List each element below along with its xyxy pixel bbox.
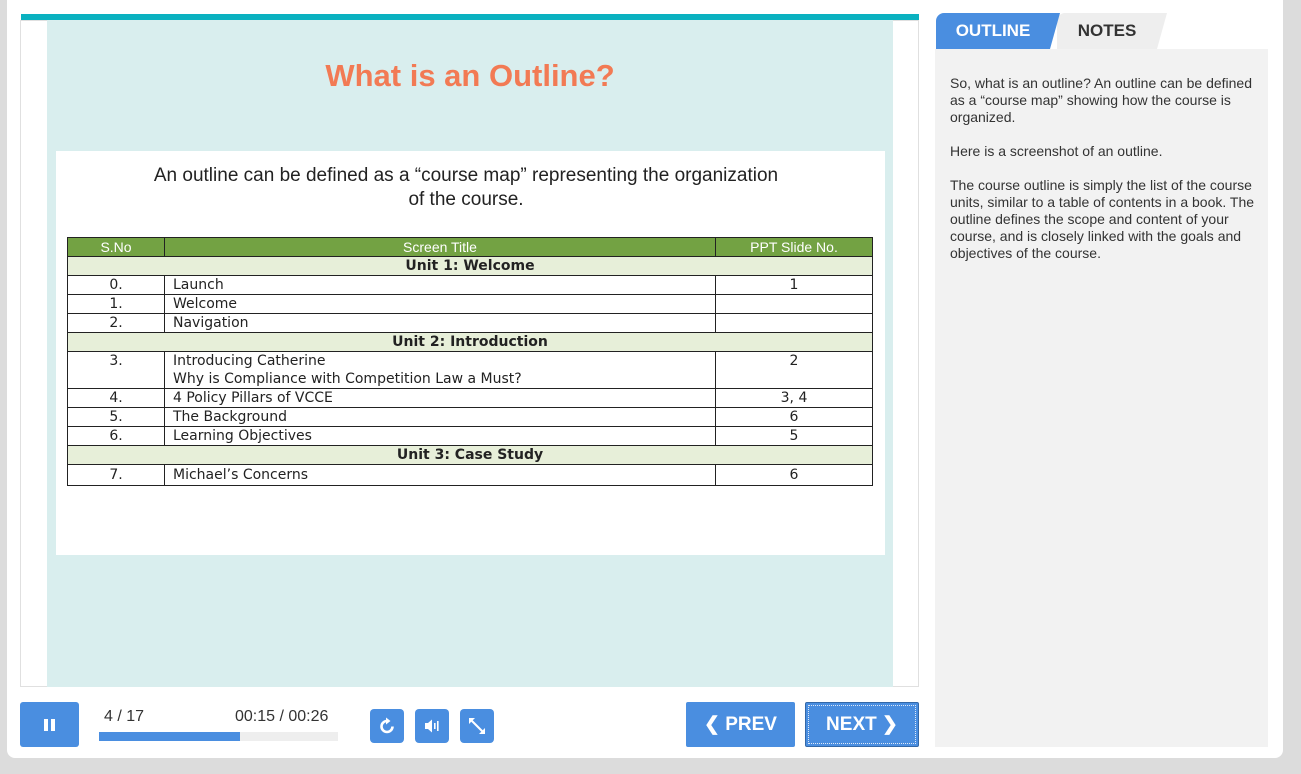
notes-panel: So, what is an outline? An outline can b… [935,49,1268,747]
table-row: 5. The Background 6 [67,407,873,427]
volume-icon [425,719,439,733]
cell-sno: 2. [67,313,165,333]
table-row: 3. Introducing Catherine Why is Complian… [67,351,873,389]
unit-row: Unit 1: Welcome [67,256,873,276]
cell-title: Launch [164,275,716,295]
cell-title-line-2: Why is Compliance with Competition Law a… [173,371,522,387]
cell-slide: 5 [715,426,873,446]
unit-row: Unit 2: Introduction [67,332,873,352]
cell-sno: 6. [67,426,165,446]
table-header-row: S.No Screen Title PPT Slide No. [67,237,873,257]
chevron-left-icon: ❮ [704,714,720,735]
notes-paragraph: So, what is an outline? An outline can b… [950,75,1252,125]
cell-sno: 5. [67,407,165,427]
cell-sno: 7. [67,464,165,486]
cell-slide: 6 [715,464,873,486]
cell-slide: 1 [715,275,873,295]
cell-title: The Background [164,407,716,427]
cell-title-line-1: Introducing Catherine [173,353,326,369]
prev-button[interactable]: ❮ PREV [686,702,795,747]
replay-icon [380,717,394,734]
fullscreen-button[interactable] [460,709,494,743]
pause-button[interactable] [20,702,79,747]
chevron-right-icon: ❯ [882,714,898,735]
cell-title: 4 Policy Pillars of VCCE [164,388,716,408]
unit-row: Unit 3: Case Study [67,445,873,465]
fullscreen-icon [469,718,485,734]
cell-title: Welcome [164,294,716,314]
cell-slide: 2 [715,351,873,389]
slide-intro-text: An outline can be defined as a “course m… [126,164,806,212]
header-screen-title: Screen Title [164,237,716,257]
table-row: 6. Learning Objectives 5 [67,426,873,446]
table-row: 4. 4 Policy Pillars of VCCE 3, 4 [67,388,873,408]
tab-outline[interactable]: OUTLINE [936,13,1060,49]
cell-slide [715,313,873,333]
cell-title: Learning Objectives [164,426,716,446]
outline-table: S.No Screen Title PPT Slide No. Unit 1: … [67,237,873,486]
header-slide-no: PPT Slide No. [715,237,873,257]
prev-label: PREV [725,714,777,735]
cell-slide: 3, 4 [715,388,873,408]
progress-bar[interactable] [99,732,338,741]
notes-paragraph: The course outline is simply the list of… [950,177,1255,261]
cell-slide [715,294,873,314]
notes-text: So, what is an outline? An outline can b… [950,75,1255,279]
unit-name: Unit 1: Welcome [67,256,873,276]
cell-sno: 4. [67,388,165,408]
unit-name: Unit 2: Introduction [67,332,873,352]
next-button[interactable]: NEXT ❯ [805,702,919,747]
table-row: 0. Launch 1 [67,275,873,295]
slide-counter: 4 / 17 [104,708,145,725]
slide-title: What is an Outline? [325,58,615,93]
replay-button[interactable] [370,709,404,743]
time-display: 00:15 / 00:26 [235,708,329,725]
slide: What is an Outline? An outline can be de… [47,20,893,687]
intro-line-2: of the course. [408,189,524,210]
next-label: NEXT [826,714,877,735]
tab-notes[interactable]: NOTES [1057,13,1167,49]
volume-button[interactable] [415,709,449,743]
cell-title: Navigation [164,313,716,333]
cell-sno: 3. [67,351,165,389]
unit-name: Unit 3: Case Study [67,445,873,465]
cell-title: Michael’s Concerns [164,464,716,486]
table-row: 7. Michael’s Concerns 6 [67,464,873,486]
header-sno: S.No [67,237,165,257]
table-row: 2. Navigation [67,313,873,333]
cell-slide: 6 [715,407,873,427]
progress-bar-fill [99,732,240,741]
slide-content-box: An outline can be defined as a “course m… [56,151,885,555]
notes-paragraph: Here is a screenshot of an outline. [950,143,1163,159]
cell-sno: 1. [67,294,165,314]
cell-title: Introducing Catherine Why is Compliance … [164,351,716,389]
cell-sno: 0. [67,275,165,295]
intro-line-1: An outline can be defined as a “course m… [153,165,779,186]
table-row: 1. Welcome [67,294,873,314]
